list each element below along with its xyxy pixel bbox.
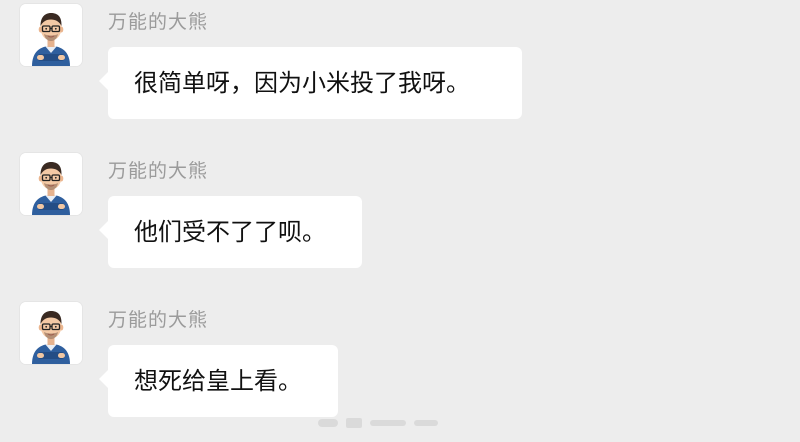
sender-name: 万能的大熊 xyxy=(108,160,209,182)
cartoon-man-avatar-icon[interactable] xyxy=(20,153,82,215)
message-bubble[interactable]: 想死给皇上看。 xyxy=(99,345,338,417)
watermark-icon xyxy=(318,418,438,428)
avatar-image xyxy=(20,302,82,364)
sender-name: 万能的大熊 xyxy=(108,309,209,331)
message-bubble[interactable]: 很简单呀，因为小米投了我呀。 xyxy=(99,47,522,119)
sender-name: 万能的大熊 xyxy=(108,11,209,33)
chat-window: 万能的大熊 很简单呀，因为小米投了我呀。 万能的大熊 他们受不了了呗。 万能的大… xyxy=(0,0,800,430)
avatar-image xyxy=(20,153,82,215)
message-bubble[interactable]: 他们受不了了呗。 xyxy=(99,196,362,268)
cartoon-man-avatar-icon[interactable] xyxy=(20,4,82,66)
chat-message: 万能的大熊 很简单呀，因为小米投了我呀。 xyxy=(0,4,800,144)
chat-message: 万能的大熊 他们受不了了呗。 xyxy=(0,153,800,293)
avatar-image xyxy=(20,4,82,66)
cartoon-man-avatar-icon[interactable] xyxy=(20,302,82,364)
